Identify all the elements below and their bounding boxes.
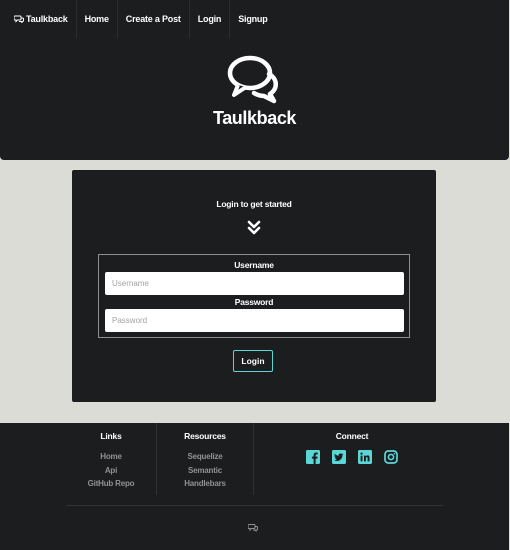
footer-links-heading: Links bbox=[100, 431, 122, 441]
login-button[interactable]: Login bbox=[233, 350, 273, 372]
password-input[interactable] bbox=[105, 309, 404, 332]
nav-link-login[interactable]: Login bbox=[190, 0, 231, 38]
footer-divider bbox=[66, 505, 443, 506]
hero-title: Taulkback bbox=[212, 108, 297, 128]
username-input[interactable] bbox=[105, 272, 404, 295]
footer-link-home[interactable]: Home bbox=[66, 450, 156, 464]
chat-bubbles-icon bbox=[14, 15, 24, 23]
social-links bbox=[254, 450, 450, 464]
footer-link-sequelize[interactable]: Sequelize bbox=[157, 450, 253, 464]
nav-link-home[interactable]: Home bbox=[77, 0, 118, 38]
footer-resources-heading: Resources bbox=[184, 431, 226, 441]
nav-link-signup[interactable]: Signup bbox=[230, 0, 275, 38]
footer-link-semantic[interactable]: Semantic bbox=[157, 464, 253, 478]
chat-bubbles-icon bbox=[227, 55, 279, 104]
footer-connect-column: Connect bbox=[254, 423, 450, 495]
login-heading: Login to get started bbox=[216, 199, 292, 209]
nav-brand-label: Taulkback bbox=[26, 14, 68, 24]
instagram-icon[interactable] bbox=[384, 450, 398, 464]
footer-connect-heading: Connect bbox=[335, 431, 369, 441]
nav-link-create-post[interactable]: Create a Post bbox=[118, 0, 190, 38]
chat-bubbles-icon bbox=[248, 524, 258, 532]
password-label: Password bbox=[234, 297, 274, 307]
facebook-icon[interactable] bbox=[306, 450, 320, 464]
nav-brand-link[interactable]: Taulkback bbox=[8, 0, 77, 38]
footer-link-api[interactable]: Api bbox=[66, 464, 156, 478]
username-label: Username bbox=[234, 260, 274, 270]
footer-link-handlebars[interactable]: Handlebars bbox=[157, 477, 253, 491]
footer: Links Home Api GitHub Repo Resources Seq… bbox=[0, 423, 509, 550]
hero-banner: Taulkback bbox=[0, 38, 509, 160]
footer-resources-column: Resources Sequelize Semantic Handlebars bbox=[156, 423, 254, 495]
top-nav: Taulkback Home Create a Post Login Signu… bbox=[0, 0, 509, 38]
footer-link-github-repo[interactable]: GitHub Repo bbox=[66, 477, 156, 491]
twitter-icon[interactable] bbox=[332, 450, 346, 464]
linkedin-icon[interactable] bbox=[358, 450, 372, 464]
footer-links-column: Links Home Api GitHub Repo bbox=[66, 423, 156, 495]
login-form: Username Password bbox=[98, 254, 410, 338]
double-chevron-down-icon bbox=[247, 220, 261, 235]
login-card: Login to get started Username Password L… bbox=[72, 170, 436, 402]
